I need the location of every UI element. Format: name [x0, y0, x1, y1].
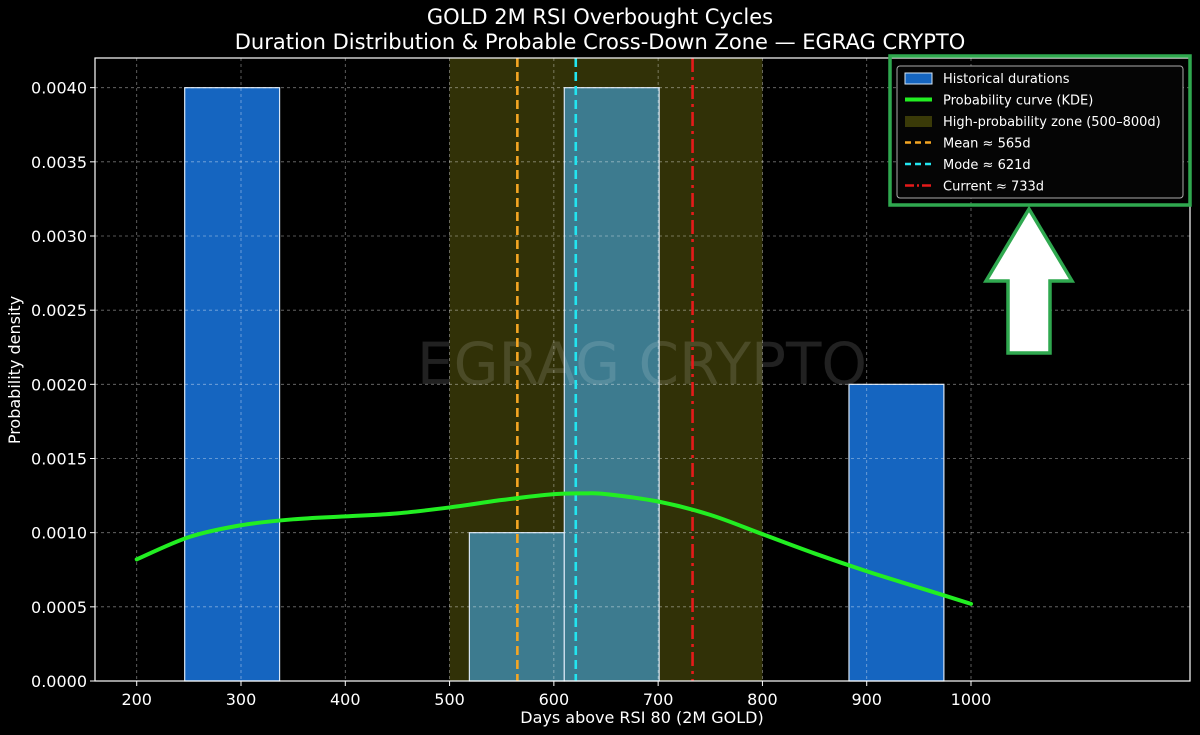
- y-tick-label: 0.0035: [31, 153, 87, 172]
- x-tick-label: 200: [121, 690, 152, 709]
- y-tick-label: 0.0005: [31, 598, 87, 617]
- chart-svg: EGRAG CRYPTO 200 300 400 500 600 700 800 900 100…: [5, 54, 1192, 727]
- y-axis-label: Probability density: [5, 296, 24, 444]
- up-arrow-icon: [982, 205, 1076, 355]
- x-tick-label: 1000: [951, 690, 992, 709]
- x-tick-label: 600: [539, 690, 570, 709]
- legend: Historical durations Probability curve (K…: [888, 54, 1192, 207]
- legend-entry-label: Current ≈ 733d: [943, 180, 1044, 195]
- y-tick-label: 0.0020: [31, 375, 87, 394]
- y-tick-label: 0.0015: [31, 450, 87, 469]
- legend-swatch-zone: [905, 116, 932, 127]
- y-tick-label: 0.0010: [31, 524, 87, 543]
- x-tick-label: 300: [226, 690, 257, 709]
- y-tick-label: 0.0040: [31, 79, 87, 98]
- legend-entry-label: High-probability zone (500–800d): [943, 115, 1161, 130]
- y-tick-label: 0.0025: [31, 301, 87, 320]
- y-tick-label: 0.0030: [31, 227, 87, 246]
- watermark-text: EGRAG CRYPTO: [417, 330, 867, 398]
- x-tick-label: 500: [434, 690, 465, 709]
- legend-entry-label: Mode ≈ 621d: [943, 158, 1031, 173]
- legend-swatch-histogram: [904, 72, 933, 85]
- legend-entry-label: Probability curve (KDE): [943, 94, 1093, 109]
- y-tick-label: 0.0000: [31, 672, 87, 691]
- x-tick-label: 400: [330, 690, 361, 709]
- legend-entry-label: Historical durations: [943, 72, 1070, 87]
- legend-entry-label: Mean ≈ 565d: [943, 137, 1031, 152]
- x-tick-label: 900: [851, 690, 882, 709]
- x-axis-label: Days above RSI 80 (2M GOLD): [520, 708, 763, 727]
- x-tick-label: 700: [643, 690, 674, 709]
- x-tick-label: 800: [747, 690, 778, 709]
